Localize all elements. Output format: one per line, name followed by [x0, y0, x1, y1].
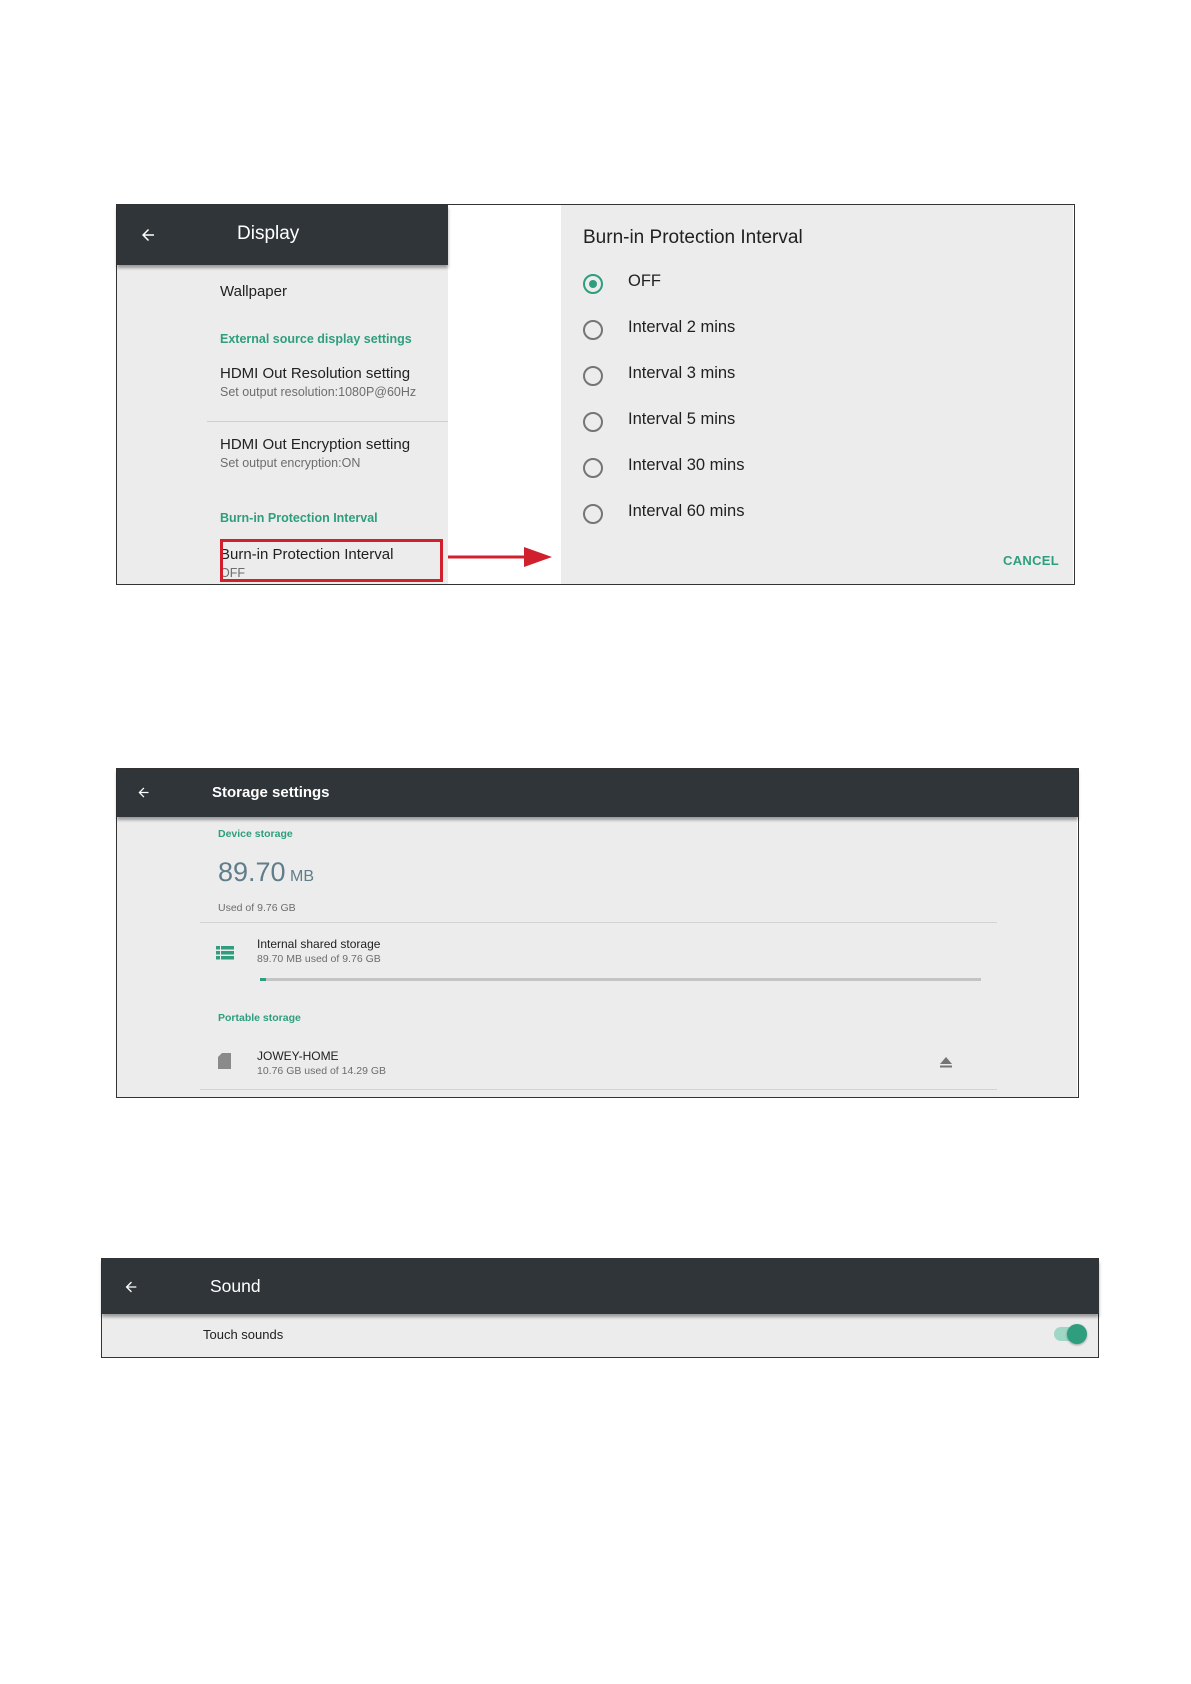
page-title: Display [237, 223, 300, 244]
radio-unselected-icon[interactable] [583, 412, 603, 432]
portable-storage-summary: 10.76 GB used of 14.29 GB [257, 1065, 387, 1077]
cancel-button[interactable]: CANCEL [1003, 553, 1059, 568]
hdmi-resolution-summary: Set output resolution:1080P@60Hz [220, 385, 417, 399]
toggle-thumb[interactable] [1067, 1324, 1087, 1344]
eject-icon[interactable] [940, 1055, 952, 1073]
sd-card-icon [218, 1053, 231, 1074]
option-label: Interval 30 mins [628, 456, 745, 474]
display-app-bar: Display [117, 205, 448, 265]
internal-storage-title: Internal shared storage [257, 937, 381, 951]
option-label: OFF [628, 272, 661, 290]
category-burn-in: Burn-in Protection Interval [220, 511, 378, 525]
storage-screenshot: Device storage 89.70 MB Used of 9.76 GB … [116, 768, 1079, 1098]
hdmi-encryption-title: HDMI Out Encryption setting [220, 436, 411, 453]
back-arrow-icon[interactable] [123, 1279, 139, 1300]
display-settings-panel: Display Wallpaper External source displa… [117, 205, 448, 584]
option-label: Interval 60 mins [628, 502, 745, 520]
option-off[interactable]: OFF [583, 270, 983, 300]
category-external-source: External source display settings [220, 332, 412, 346]
radio-unselected-icon[interactable] [583, 504, 603, 524]
internal-storage-summary: 89.70 MB used of 9.76 GB [257, 953, 381, 965]
touch-sounds-label: Touch sounds [203, 1327, 284, 1342]
back-arrow-icon[interactable] [139, 226, 157, 249]
divider [200, 922, 997, 923]
hdmi-encryption-item[interactable]: HDMI Out Encryption setting Set output e… [220, 436, 445, 476]
storage-used-value: 89.70 [218, 857, 286, 887]
hdmi-resolution-title: HDMI Out Resolution setting [220, 365, 411, 382]
storage-app-bar: Storage settings [117, 769, 1078, 817]
radio-unselected-icon[interactable] [583, 366, 603, 386]
dialog-title: Burn-in Protection Interval [583, 227, 803, 248]
divider [200, 1089, 997, 1090]
callout-arrow [448, 547, 552, 567]
storage-body: Device storage 89.70 MB Used of 9.76 GB … [117, 817, 1077, 1097]
radio-unselected-icon[interactable] [583, 458, 603, 478]
sound-screenshot: Touch sounds Sound [101, 1258, 1099, 1358]
page-title: Storage settings [212, 784, 330, 801]
burn-in-dialog: Burn-in Protection Interval OFF Interval… [561, 205, 1073, 584]
highlight-box [220, 539, 443, 582]
page-title: Sound [210, 1276, 261, 1296]
wallpaper-item[interactable]: Wallpaper [220, 283, 287, 300]
back-arrow-icon[interactable] [136, 785, 151, 805]
radio-selected-icon[interactable] [583, 274, 603, 294]
option-interval-30[interactable]: Interval 30 mins [583, 454, 983, 484]
portable-storage-item[interactable]: JOWEY-HOME 10.76 GB used of 14.29 GB [200, 1035, 997, 1087]
divider [207, 421, 448, 422]
portable-storage-title: JOWEY-HOME [257, 1049, 339, 1063]
storage-used-summary: 89.70 MB [218, 857, 314, 888]
storage-icon [216, 946, 234, 965]
display-screenshot: Display Wallpaper External source displa… [116, 204, 1075, 585]
option-label: Interval 2 mins [628, 318, 736, 336]
storage-used-of: Used of 9.76 GB [218, 902, 296, 914]
category-portable-storage: Portable storage [218, 1012, 301, 1024]
option-interval-3[interactable]: Interval 3 mins [583, 362, 983, 392]
category-device-storage: Device storage [218, 828, 293, 840]
option-label: Interval 3 mins [628, 364, 736, 382]
internal-storage-item[interactable]: Internal shared storage 89.70 MB used of… [200, 930, 997, 980]
option-interval-2[interactable]: Interval 2 mins [583, 316, 983, 346]
storage-used-unit: MB [290, 868, 315, 885]
sound-app-bar: Sound [102, 1259, 1099, 1314]
radio-unselected-icon[interactable] [583, 320, 603, 340]
option-label: Interval 5 mins [628, 410, 736, 428]
internal-storage-progress-fill [260, 978, 267, 981]
internal-storage-progress [260, 978, 981, 981]
option-interval-5[interactable]: Interval 5 mins [583, 408, 983, 438]
sound-body: Touch sounds [102, 1314, 1098, 1357]
option-interval-60[interactable]: Interval 60 mins [583, 500, 983, 530]
hdmi-resolution-item[interactable]: HDMI Out Resolution setting Set output r… [220, 365, 445, 405]
hdmi-encryption-summary: Set output encryption:ON [220, 456, 361, 470]
